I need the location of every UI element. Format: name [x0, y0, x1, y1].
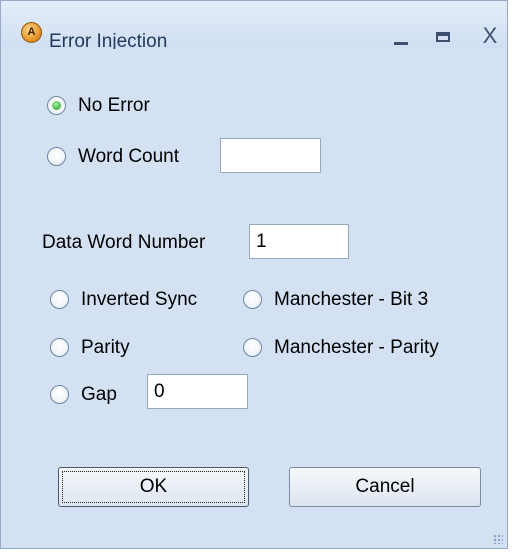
word-count-radio[interactable]: [47, 147, 66, 166]
close-button[interactable]: X: [475, 25, 505, 47]
parity-radio[interactable]: [50, 338, 69, 357]
manchester-bit3-radio[interactable]: [243, 290, 262, 309]
app-logo-icon: A: [21, 22, 42, 43]
title-bar[interactable]: A Error Injection X: [1, 1, 507, 52]
error-injection-dialog: A Error Injection X No Error Word Count …: [0, 0, 508, 549]
data-word-number-label: Data Word Number: [42, 232, 206, 253]
manchester-parity-radio[interactable]: [243, 338, 262, 357]
maximize-button[interactable]: [429, 26, 459, 48]
parity-label[interactable]: Parity: [81, 337, 130, 359]
data-word-number-input[interactable]: [249, 224, 349, 259]
word-count-label[interactable]: Word Count: [78, 146, 179, 168]
resize-grip-icon[interactable]: [493, 534, 503, 544]
inverted-sync-radio[interactable]: [50, 290, 69, 309]
gap-input[interactable]: [147, 374, 248, 409]
gap-radio[interactable]: [50, 385, 69, 404]
inverted-sync-label[interactable]: Inverted Sync: [81, 289, 197, 311]
no-error-label[interactable]: No Error: [78, 95, 150, 117]
no-error-radio[interactable]: [47, 96, 66, 115]
ok-button[interactable]: OK: [58, 467, 249, 507]
cancel-button[interactable]: Cancel: [289, 467, 481, 507]
word-count-input[interactable]: [220, 138, 321, 173]
minimize-button[interactable]: [386, 26, 416, 48]
manchester-bit3-label[interactable]: Manchester - Bit 3: [274, 289, 428, 311]
gap-label[interactable]: Gap: [81, 384, 117, 406]
dialog-content: No Error Word Count Data Word Number Inv…: [1, 49, 507, 548]
manchester-parity-label[interactable]: Manchester - Parity: [274, 337, 439, 359]
